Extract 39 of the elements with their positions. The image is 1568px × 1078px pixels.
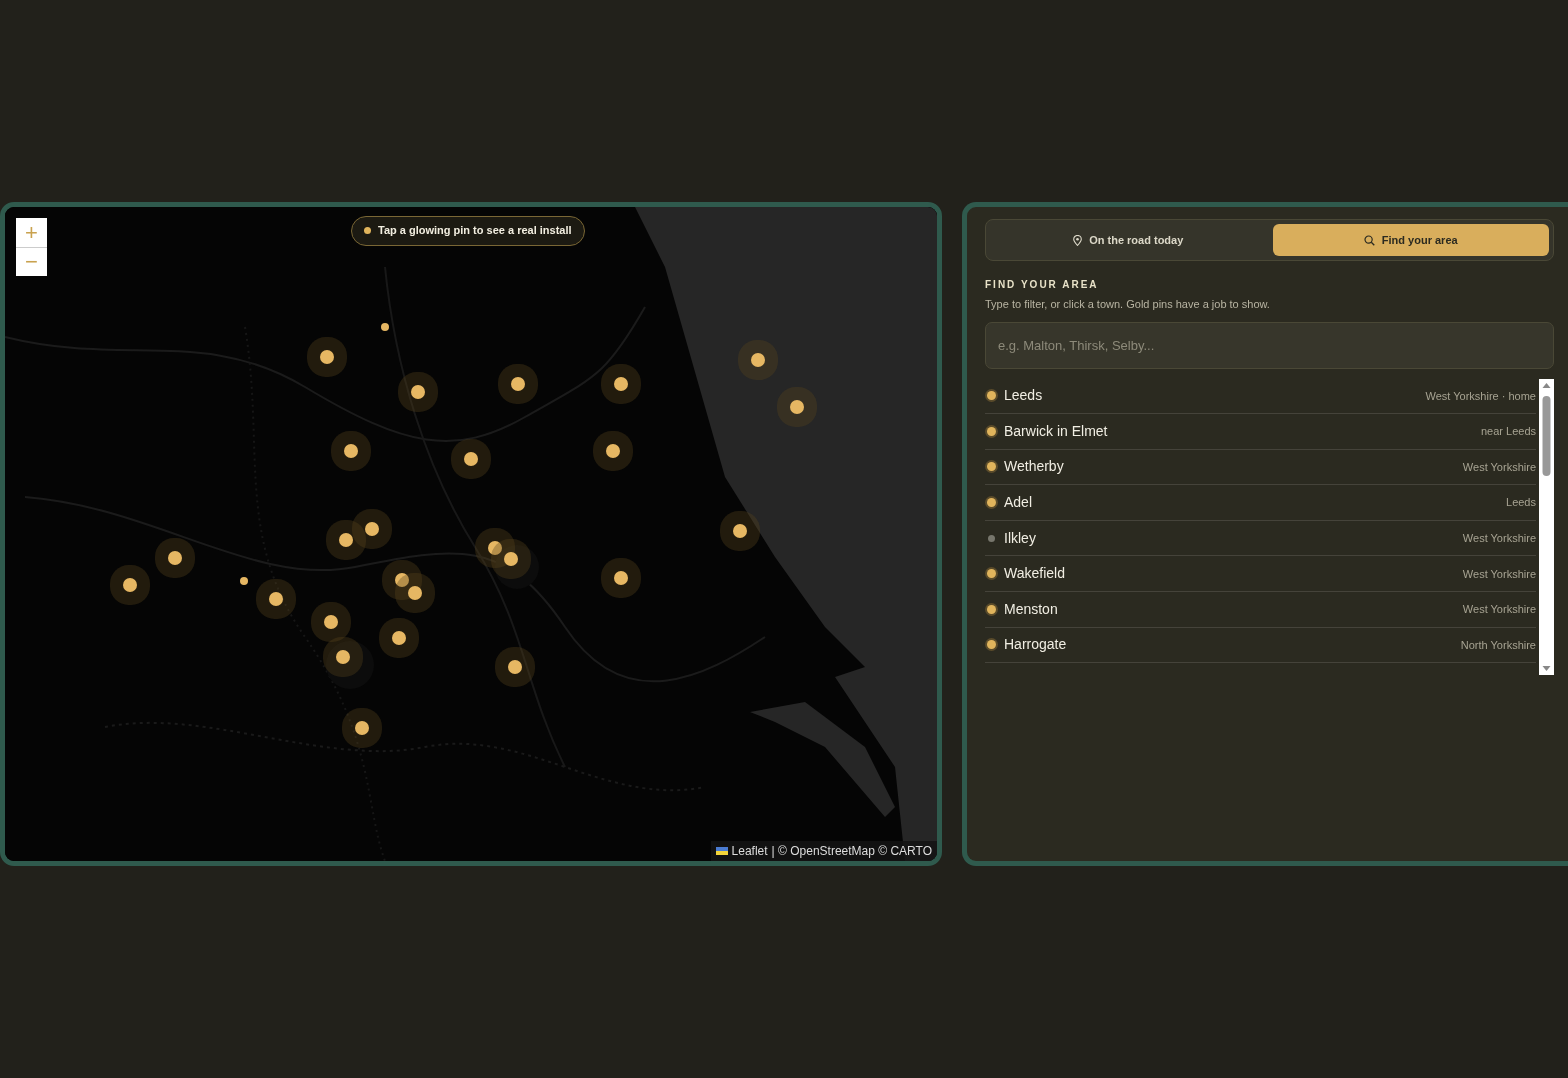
map-pin-icon[interactable] bbox=[240, 577, 248, 585]
section-subtitle: Type to filter, or click a town. Gold pins have a job to show. bbox=[985, 297, 1271, 312]
town-row[interactable]: Leeds West Yorkshire · home bbox=[985, 378, 1536, 415]
town-name: Wetherby bbox=[1004, 457, 1064, 477]
search-field[interactable]: e.g. Malton, Thirsk, Selby... bbox=[985, 321, 1554, 369]
leaflet-link[interactable]: Leaflet bbox=[731, 842, 768, 860]
search-icon bbox=[1363, 234, 1375, 246]
town-name: Ilkley bbox=[1004, 528, 1036, 548]
town-row[interactable]: Harrogate North Yorkshire bbox=[985, 627, 1536, 664]
town-name: Leeds bbox=[1004, 386, 1043, 406]
town-row[interactable]: Menston West Yorkshire bbox=[985, 592, 1536, 628]
town-name: Wakefield bbox=[1004, 564, 1065, 584]
town-row[interactable]: Ilkley West Yorkshire bbox=[985, 520, 1536, 557]
town-row[interactable]: Wetherby West Yorkshire bbox=[985, 449, 1536, 486]
town-region: West Yorkshire bbox=[1462, 566, 1536, 582]
pin-icon bbox=[1073, 234, 1083, 246]
flag-icon bbox=[715, 847, 728, 855]
town-row[interactable]: Wakefield West Yorkshire bbox=[985, 556, 1536, 593]
town-name: Adel bbox=[1004, 493, 1033, 513]
town-region: Leeds bbox=[1506, 495, 1536, 511]
town-name: Harrogate bbox=[1004, 635, 1067, 655]
town-name: Menston bbox=[1004, 599, 1058, 619]
town-region: West Yorkshire bbox=[1462, 602, 1536, 618]
attribution-text: | © OpenStreetMap © CARTO bbox=[771, 843, 932, 860]
town-region: West Yorkshire bbox=[1462, 530, 1536, 546]
pin-dot-icon bbox=[364, 226, 371, 234]
town-row[interactable]: Adel Leeds bbox=[985, 485, 1536, 521]
section-heading: FIND YOUR AREA bbox=[985, 278, 1100, 292]
town-region: West Yorkshire · home bbox=[1425, 388, 1536, 404]
tab[interactable]: On the road today bbox=[990, 224, 1267, 256]
town-region: North Yorkshire bbox=[1460, 637, 1536, 653]
hint-text: Tap a glowing pin to see a real install bbox=[378, 223, 572, 238]
scrollbar[interactable] bbox=[1539, 378, 1554, 675]
town-region: near Leeds bbox=[1480, 424, 1536, 440]
town-row[interactable]: Barwick in Elmet near Leeds bbox=[985, 414, 1536, 450]
tab[interactable]: Find your area bbox=[1272, 224, 1549, 256]
town-region: West Yorkshire bbox=[1462, 459, 1536, 475]
map-pin-icon[interactable] bbox=[381, 323, 389, 331]
town-name: Barwick in Elmet bbox=[1004, 421, 1108, 441]
